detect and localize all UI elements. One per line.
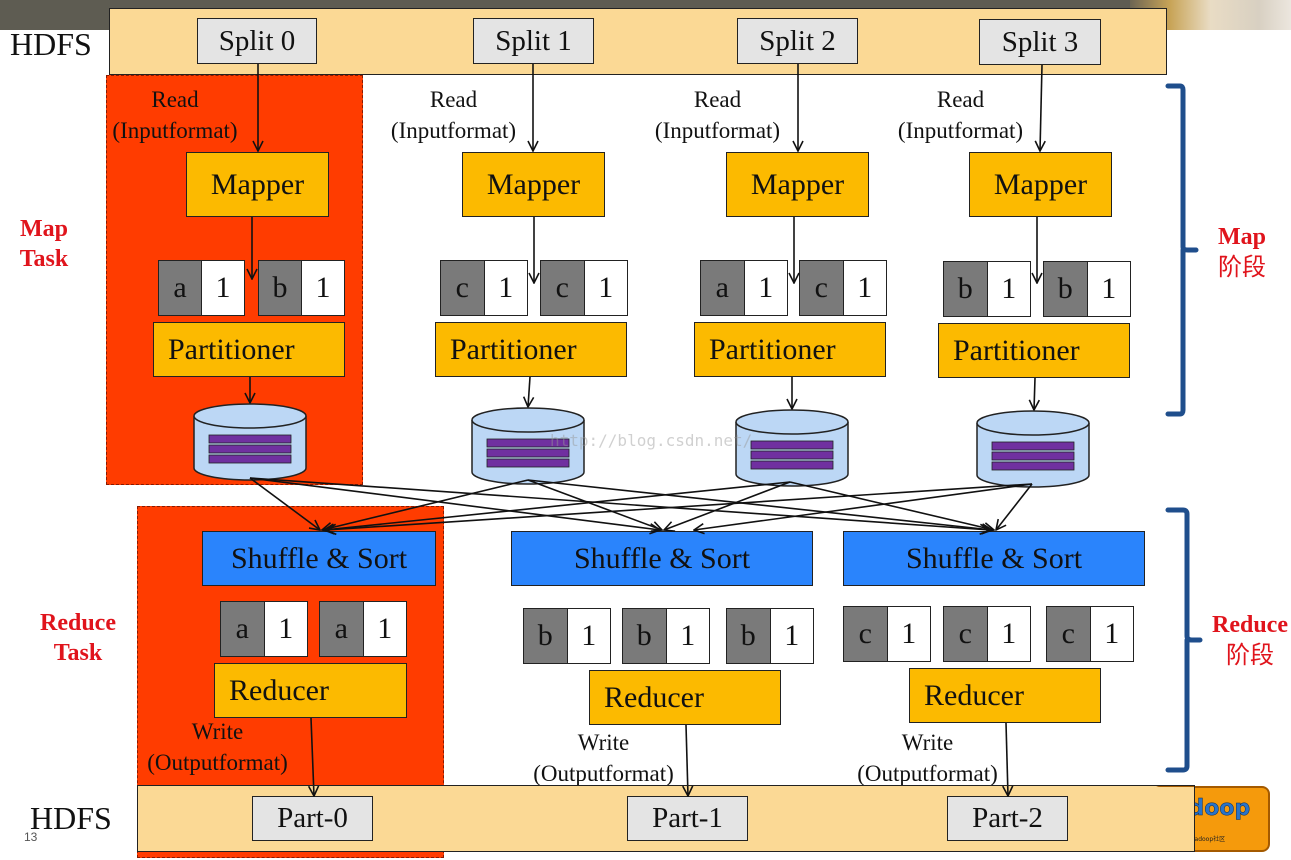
watermark: http://blog.csdn.net/ [550,431,753,450]
partition-arrow-1 [528,376,530,407]
spill-disk-3 [976,410,1090,488]
disk-top [193,403,307,429]
disk-record-bar [486,458,570,468]
hdfs-output-band-end [1100,787,1194,851]
shuffle-arrows [249,477,1033,530]
disk-record-bar [208,434,292,444]
hdfs-output-band-outline [137,785,1195,852]
spill-disk-2 [735,409,849,487]
map-output-arrows [252,217,1037,283]
disk-top [976,410,1090,436]
disk-top [735,409,849,435]
shuffle-arrow [249,477,990,530]
shuffle-arrow [694,483,1033,530]
disk-record-bar [750,440,834,450]
disk-record-bar [208,444,292,454]
read-arrows [258,64,1042,151]
read-arrow-3 [1040,64,1042,151]
shuffle-arrow [996,483,1033,530]
disk-record-bar [208,454,292,464]
diagram-overlay [193,64,1203,860]
spill-disk-0 [193,403,307,481]
disk-record-bar [991,461,1075,471]
shuffle-arrow [322,479,529,530]
shuffle-arrow [324,481,791,530]
disk-record-bar [991,451,1075,461]
disk-top [471,407,585,433]
partition-arrow-3 [1034,377,1035,410]
map-phase-bracket [1165,83,1199,417]
disk-record-bar [486,448,570,458]
disk-record-bar [991,441,1075,451]
disk-record-bar [750,450,834,460]
reduce-phase-bracket [1165,507,1203,773]
disk-record-bar [750,460,834,470]
partition-arrows [250,376,1035,410]
